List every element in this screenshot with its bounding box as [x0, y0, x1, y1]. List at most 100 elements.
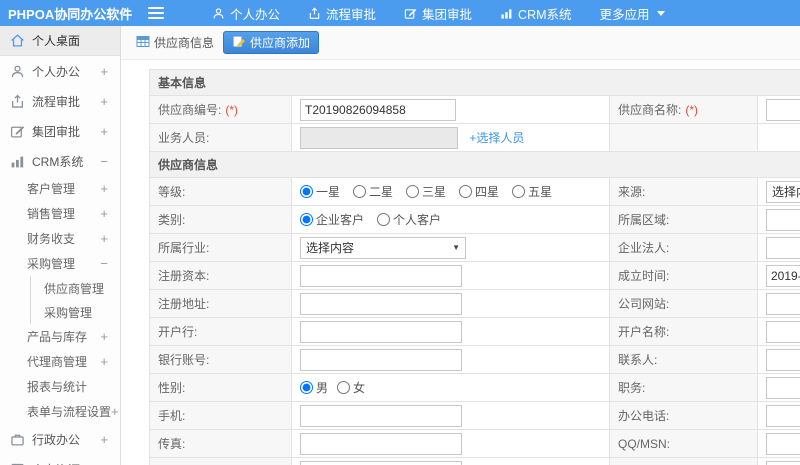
radio-icon[interactable]: [512, 185, 526, 198]
sidebar-item-group-approval[interactable]: 集团审批 +: [0, 116, 120, 146]
hamburger-menu-icon[interactable]: [148, 7, 164, 19]
sidebar-item-purchase-mgmt[interactable]: 采购管理 −: [0, 251, 120, 276]
expand-toggle[interactable]: +: [100, 432, 108, 447]
level-option-1[interactable]: 一星: [300, 183, 340, 200]
bank-account-input[interactable]: [300, 348, 462, 371]
expand-toggle[interactable]: +: [100, 64, 108, 79]
expand-toggle[interactable]: +: [100, 181, 108, 196]
expand-toggle[interactable]: +: [100, 206, 108, 221]
industry-select[interactable]: 选择内容 ▼: [300, 236, 466, 259]
fax-input[interactable]: [300, 432, 462, 455]
company-website-input[interactable]: [766, 292, 800, 315]
label-office-phone: 办公电话:: [609, 401, 758, 430]
person-icon: [10, 64, 25, 79]
radio-icon[interactable]: [300, 185, 313, 198]
expand-toggle[interactable]: +: [100, 231, 108, 246]
sidebar-item-product-stock[interactable]: 产品与库存 +: [0, 324, 120, 349]
empty-label-cell: [609, 123, 758, 152]
nav-personal-office[interactable]: 个人办公: [212, 4, 280, 23]
radio-icon[interactable]: [377, 213, 391, 226]
tab-supplier-info[interactable]: 供应商信息: [136, 34, 214, 51]
group-approve-icon: [10, 124, 25, 139]
section-title-basic-info: 基本信息: [148, 69, 800, 96]
label-legal-person: 企业法人:: [609, 233, 758, 262]
section-title-supplier-info: 供应商信息: [148, 151, 800, 178]
registered-capital-input[interactable]: [300, 264, 462, 287]
label-position: 职务:: [609, 373, 758, 402]
email-input[interactable]: [300, 460, 462, 465]
category-option-personal[interactable]: 个人客户: [377, 211, 441, 228]
registered-address-input[interactable]: [300, 292, 462, 315]
sidebar-item-personal-desktop[interactable]: 个人桌面: [0, 26, 120, 56]
label-contact-person: 联系人:: [609, 345, 758, 374]
gender-option-female[interactable]: 女: [337, 379, 365, 396]
select-staff-link[interactable]: +选择人员: [469, 131, 524, 145]
sidebar-item-crm-system[interactable]: CRM系统 −: [0, 146, 120, 176]
sidebar-item-personal-office[interactable]: 个人办公 +: [0, 56, 120, 86]
level-option-2[interactable]: 二星: [353, 183, 393, 200]
supplier-name-input[interactable]: [766, 98, 800, 121]
nav-more-apps[interactable]: 更多应用: [600, 4, 665, 23]
sidebar-item-sales-mgmt[interactable]: 销售管理 +: [0, 201, 120, 226]
person-icon: [212, 7, 225, 20]
collapse-toggle[interactable]: −: [100, 256, 108, 271]
sidebar-item-agent-mgmt[interactable]: 代理商管理 +: [0, 349, 120, 374]
radio-icon[interactable]: [406, 185, 420, 198]
sidebar-item-flow-approval[interactable]: 流程审批 +: [0, 86, 120, 116]
bank-input[interactable]: [300, 320, 462, 343]
radio-icon[interactable]: [459, 185, 473, 198]
sidebar-item-purchase-sub[interactable]: 采购管理: [30, 300, 120, 324]
sidebar-item-customer-mgmt[interactable]: 客户管理 +: [0, 176, 120, 201]
table-icon: [136, 35, 150, 51]
tab-supplier-add[interactable]: 供应商添加: [223, 31, 320, 54]
sidebar-item-finance[interactable]: 财务收支 +: [0, 226, 120, 251]
legal-person-input[interactable]: [766, 236, 800, 259]
account-name-input[interactable]: [766, 320, 800, 343]
supplier-no-input[interactable]: [300, 98, 456, 121]
expand-toggle[interactable]: +: [100, 124, 108, 139]
tab-bar: 供应商信息 供应商添加: [121, 26, 800, 60]
office-phone-input[interactable]: [766, 404, 800, 427]
expand-toggle[interactable]: +: [100, 354, 108, 369]
radio-icon[interactable]: [300, 213, 313, 226]
sidebar-item-hr[interactable]: 人力资源 +: [0, 454, 120, 465]
expand-toggle[interactable]: +: [100, 329, 108, 344]
sidebar-item-reports[interactable]: 报表与统计: [0, 374, 120, 399]
level-option-3[interactable]: 三星: [406, 183, 446, 200]
position-input[interactable]: [766, 376, 800, 399]
radio-icon[interactable]: [337, 381, 351, 394]
label-business-staff: 业务人员:: [149, 123, 292, 152]
contact-person-input[interactable]: [766, 348, 800, 371]
briefcase-icon: [10, 432, 25, 447]
region-input[interactable]: [766, 208, 800, 231]
level-option-4[interactable]: 四星: [459, 183, 499, 200]
source-select[interactable]: 选择内容▼: [766, 180, 800, 203]
radio-icon[interactable]: [353, 185, 367, 198]
top-header: PHPOA协同办公软件 个人办公 流程审批 集团审批 CRM系统 更多应用: [0, 0, 800, 26]
qq-msn-input[interactable]: [766, 432, 800, 455]
established-date-input[interactable]: [766, 264, 800, 287]
collapse-toggle[interactable]: −: [100, 154, 108, 169]
business-staff-input[interactable]: [300, 126, 458, 149]
main-content: 供应商信息 供应商添加 基本信息 供应商编号:(*) 供应商名称:(*) 业务: [121, 26, 800, 465]
level-option-5[interactable]: 五星: [512, 183, 552, 200]
radio-icon[interactable]: [300, 381, 313, 394]
label-company-website: 公司网站:: [609, 289, 758, 318]
sidebar-item-admin-office[interactable]: 行政办公 +: [0, 424, 120, 454]
label-gender: 性别:: [149, 373, 292, 402]
category-option-company[interactable]: 企业客户: [300, 211, 364, 228]
expand-toggle[interactable]: +: [100, 462, 108, 465]
flow-approve-icon: [10, 94, 25, 109]
expand-toggle[interactable]: +: [100, 94, 108, 109]
gender-option-male[interactable]: 男: [300, 379, 328, 396]
expand-toggle[interactable]: +: [111, 404, 119, 419]
label-supplier-no: 供应商编号: (*): [149, 95, 292, 124]
flow-approve-icon: [308, 7, 321, 20]
postcode-input[interactable]: [766, 460, 800, 465]
mobile-input[interactable]: [300, 404, 462, 427]
nav-group-approval[interactable]: 集团审批: [404, 4, 472, 23]
sidebar-item-form-flow-settings[interactable]: 表单与流程设置 +: [0, 399, 120, 424]
sidebar-item-supplier-mgmt[interactable]: 供应商管理: [30, 276, 120, 300]
nav-crm-system[interactable]: CRM系统: [500, 4, 572, 23]
nav-flow-approval[interactable]: 流程审批: [308, 4, 376, 23]
